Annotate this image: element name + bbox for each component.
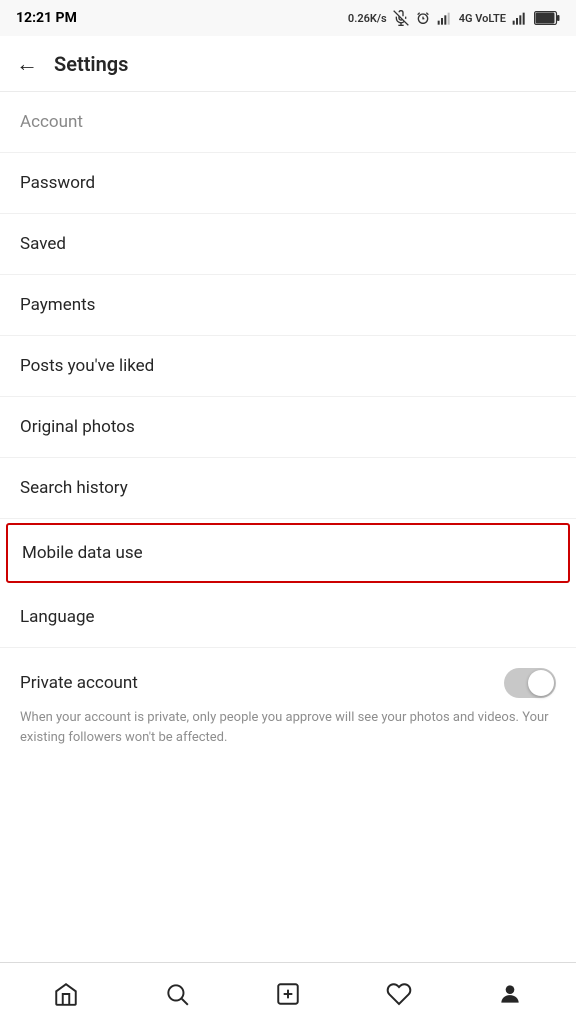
payments-label: Payments xyxy=(20,295,95,315)
home-icon xyxy=(53,981,79,1007)
status-time: 12:21 PM xyxy=(16,10,77,26)
speed-indicator: 0.26K/s xyxy=(348,12,387,25)
private-account-toggle[interactable] xyxy=(504,668,556,698)
status-bar: 12:21 PM 0.26K/s 4G VoLTE xyxy=(0,0,576,36)
signal-icon-2 xyxy=(512,10,528,26)
mobile-data-use-label: Mobile data use xyxy=(22,543,143,563)
battery-icon xyxy=(534,11,560,25)
settings-item-original-photos[interactable]: Original photos xyxy=(0,397,576,458)
settings-item-saved[interactable]: Saved xyxy=(0,214,576,275)
bottom-navigation xyxy=(0,962,576,1024)
private-account-label: Private account xyxy=(20,673,138,693)
signal-icon xyxy=(437,10,453,26)
settings-item-payments[interactable]: Payments xyxy=(0,275,576,336)
settings-item-search-history[interactable]: Search history xyxy=(0,458,576,519)
mute-icon xyxy=(393,10,409,26)
nav-home[interactable] xyxy=(41,969,91,1019)
language-label: Language xyxy=(20,607,95,627)
search-icon xyxy=(164,981,190,1007)
private-account-description: When your account is private, only peopl… xyxy=(20,708,556,763)
nav-search[interactable] xyxy=(152,969,202,1019)
alarm-icon xyxy=(415,10,431,26)
settings-item-password[interactable]: Password xyxy=(0,153,576,214)
search-history-label: Search history xyxy=(20,478,128,498)
nav-new-post[interactable] xyxy=(263,969,313,1019)
nav-likes[interactable] xyxy=(374,969,424,1019)
new-post-icon xyxy=(275,981,301,1007)
profile-icon xyxy=(497,981,523,1007)
settings-item-account[interactable]: Account xyxy=(0,92,576,153)
settings-item-mobile-data-use[interactable]: Mobile data use xyxy=(6,523,570,583)
private-account-row: Private account xyxy=(20,652,556,708)
toggle-knob xyxy=(528,670,554,696)
nav-profile[interactable] xyxy=(485,969,535,1019)
original-photos-label: Original photos xyxy=(20,417,135,437)
back-button[interactable]: ← xyxy=(16,51,38,77)
settings-header: ← Settings xyxy=(0,36,576,92)
settings-item-posts-liked[interactable]: Posts you've liked xyxy=(0,336,576,397)
status-icons: 0.26K/s 4G VoLTE xyxy=(348,10,560,26)
private-account-section: Private account When your account is pri… xyxy=(0,648,576,763)
heart-icon xyxy=(386,981,412,1007)
settings-list: Account Password Saved Payments Posts yo… xyxy=(0,92,576,962)
password-label: Password xyxy=(20,173,95,193)
posts-liked-label: Posts you've liked xyxy=(20,356,154,376)
account-label: Account xyxy=(20,112,83,132)
page-title: Settings xyxy=(54,52,128,76)
settings-item-language[interactable]: Language xyxy=(0,587,576,648)
network-type: 4G VoLTE xyxy=(459,12,506,25)
saved-label: Saved xyxy=(20,234,66,254)
